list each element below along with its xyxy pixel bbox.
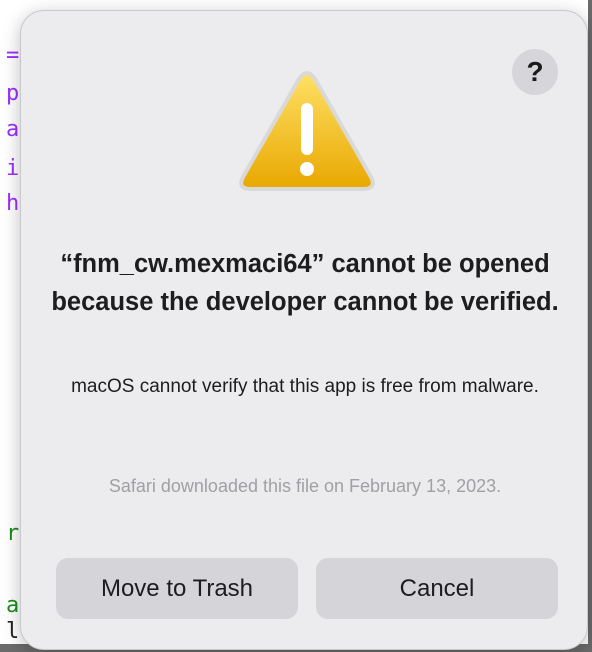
cancel-button[interactable]: Cancel bbox=[316, 558, 558, 619]
warning-triangle-icon bbox=[239, 71, 375, 191]
dialog-message: macOS cannot verify that this app is fre… bbox=[71, 376, 539, 397]
window-edge bbox=[588, 0, 592, 652]
code-fragment: i bbox=[6, 156, 20, 181]
move-to-trash-button[interactable]: Move to Trash bbox=[56, 558, 298, 619]
code-fragment: p bbox=[6, 81, 20, 106]
download-source-note: Safari downloaded this file on February … bbox=[108, 476, 502, 496]
code-fragment: a bbox=[6, 117, 20, 142]
code-fragment: = bbox=[6, 43, 20, 68]
code-fragment: l bbox=[6, 619, 20, 644]
code-fragment: r bbox=[6, 521, 20, 546]
help-button[interactable]: ? bbox=[512, 49, 558, 95]
screen: = p a i h r a l ? “fnm_cw.mexmaci64” can… bbox=[0, 0, 592, 652]
dialog-title: “fnm_cw.mexmaci64” cannot be opened beca… bbox=[51, 250, 559, 316]
code-fragment: h bbox=[6, 191, 20, 216]
security-alert-dialog: ? “fnm_cw.mexmaci64” cannot be opened be… bbox=[20, 10, 588, 650]
code-fragment: a bbox=[6, 593, 20, 618]
